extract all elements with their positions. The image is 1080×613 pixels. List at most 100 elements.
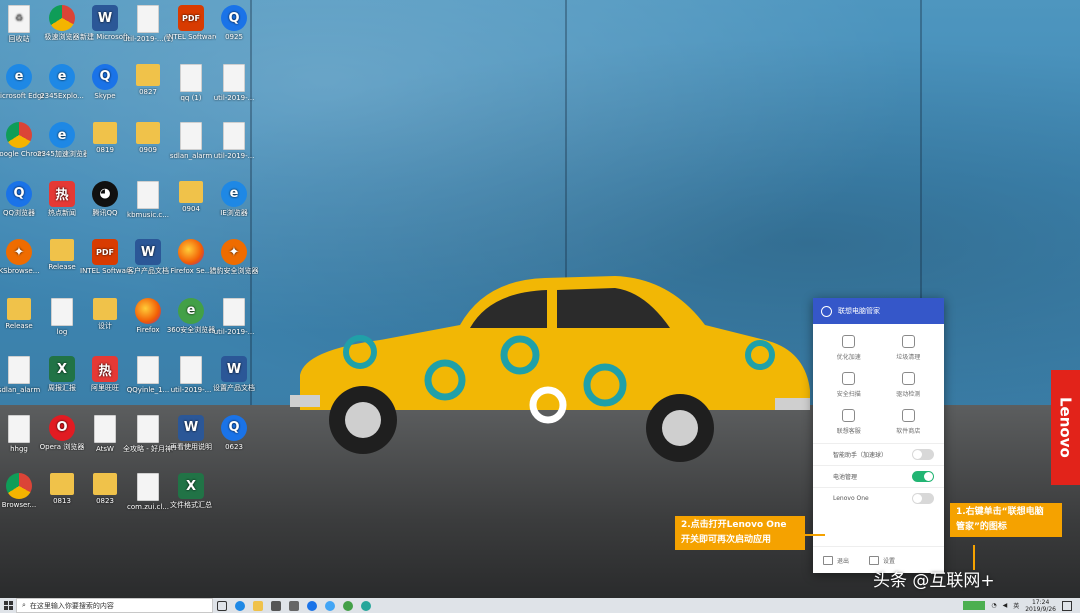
doc-icon xyxy=(180,356,202,384)
task-view-button[interactable] xyxy=(213,598,231,613)
word-icon: W xyxy=(135,239,161,265)
folder-icon xyxy=(7,297,31,320)
desktop-icon[interactable]: ✦ 猎豹安全浏览器 xyxy=(209,236,259,294)
settings-button[interactable]: 设置 xyxy=(869,555,895,565)
toggle-row-lenovo-one: Lenovo One xyxy=(813,487,944,509)
taskbar-app-qq[interactable] xyxy=(357,598,375,613)
watermark: 头条 @互联网+ xyxy=(873,571,995,591)
desktop-icon-label: 设置产品文档 xyxy=(213,384,255,392)
folder-icon xyxy=(179,180,203,203)
taskbar-app-ie[interactable] xyxy=(321,598,339,613)
doc-icon xyxy=(223,122,245,150)
search-icon: ⌕ xyxy=(22,601,26,609)
callout-step-2: 2.点击打开Lenovo One 开关即可再次启动应用 xyxy=(675,516,805,550)
lenovo-one-toggle[interactable] xyxy=(912,493,934,504)
desktop-icon-label: util-2019-... xyxy=(213,93,255,102)
gear-icon xyxy=(869,555,880,565)
doc-icon xyxy=(51,297,73,326)
network-icon[interactable]: ◔ xyxy=(991,602,996,609)
tray-app-icon[interactable] xyxy=(963,601,986,610)
tile-security-scan[interactable]: 安全扫描 xyxy=(819,369,879,398)
doc-icon xyxy=(137,414,159,443)
tile-customer-service[interactable]: 联想客服 xyxy=(819,406,879,435)
ime-indicator[interactable]: 英 xyxy=(1013,601,1019,610)
folder-icon xyxy=(50,239,74,261)
shield-icon xyxy=(842,372,856,385)
desktop-icon[interactable]: util-2019-... xyxy=(209,119,259,177)
doc-icon xyxy=(137,180,159,209)
orange-icon: ✦ xyxy=(221,239,247,265)
qq-icon: ◕ xyxy=(92,180,118,207)
orange-icon: ✦ xyxy=(6,239,32,265)
exit-button[interactable]: 退出 xyxy=(823,555,849,565)
desktop-icon[interactable]: util-2019-... xyxy=(209,61,259,119)
volume-icon[interactable]: ◀ xyxy=(1003,602,1008,609)
blue-icon: Q xyxy=(6,180,32,207)
tile-grid: 优化加速 垃圾清理 安全扫描 驱动检测 联想客服 软件商店 xyxy=(813,324,944,435)
taskbar-app-browser[interactable] xyxy=(303,598,321,613)
notification-icon[interactable] xyxy=(1062,600,1072,611)
start-button[interactable] xyxy=(0,598,16,613)
taskbar-app-store[interactable] xyxy=(267,598,285,613)
doc-icon xyxy=(137,473,159,501)
chrome-icon xyxy=(6,473,32,499)
doc-icon xyxy=(223,297,245,326)
ie-icon xyxy=(325,600,335,611)
chrome-icon xyxy=(49,5,75,31)
ie-icon: e xyxy=(49,122,75,148)
word-icon: W xyxy=(92,5,118,31)
assistant-toggle[interactable] xyxy=(912,449,934,460)
desktop-icon[interactable]: util-2019-... xyxy=(209,295,259,353)
doc-icon xyxy=(137,5,159,33)
pdf-icon: PDF xyxy=(178,5,204,31)
toggle-row-battery: 电池管理 xyxy=(813,465,944,487)
blue-icon: Q xyxy=(221,414,247,441)
desktop-icon[interactable]: W 设置产品文档 xyxy=(209,353,259,411)
tile-cleanup[interactable]: 垃圾清理 xyxy=(879,332,939,361)
excel-icon: X xyxy=(178,473,204,499)
panel-header: 联想电脑管家 xyxy=(813,298,944,324)
clock[interactable]: 17:24 2019/9/26 xyxy=(1025,599,1056,613)
desktop-icon-label: 0623 xyxy=(225,442,243,451)
trash-icon xyxy=(901,335,915,348)
desktop-icon[interactable]: X 文件格式汇总 xyxy=(166,470,216,528)
taskbar-app-explorer[interactable] xyxy=(249,598,267,613)
doc-icon xyxy=(94,414,116,443)
desktop-icon[interactable]: e IE浏览器 xyxy=(209,178,259,236)
doc-icon xyxy=(180,63,202,92)
tile-optimize[interactable]: 优化加速 xyxy=(819,332,879,361)
360-icon xyxy=(343,600,353,611)
folder-icon xyxy=(93,473,117,495)
store-icon xyxy=(901,409,915,422)
folder-icon xyxy=(136,63,160,86)
doc-icon xyxy=(8,356,30,384)
battery-toggle[interactable] xyxy=(912,471,934,482)
desktop-icon[interactable]: Q 0623 xyxy=(209,412,259,470)
taskbar-app-360[interactable] xyxy=(339,598,357,613)
system-tray: ◔ ◀ 英 17:24 2019/9/26 xyxy=(963,599,1080,613)
doc-icon xyxy=(223,63,245,92)
word-icon: W xyxy=(178,414,204,441)
pdf-icon: PDF xyxy=(92,239,118,265)
blue-icon: Q xyxy=(92,63,118,90)
ie-icon: e xyxy=(6,63,32,90)
mail-icon xyxy=(289,600,299,611)
toggle-row-assistant: 智能助手（加速球） xyxy=(813,443,944,465)
desktop-icon[interactable]: Q 0925 xyxy=(209,2,259,60)
tile-software-store[interactable]: 软件商店 xyxy=(879,406,939,435)
tile-driver-check[interactable]: 驱动检测 xyxy=(879,369,939,398)
yellow-car-illustration xyxy=(290,276,810,462)
taskbar-app-mail[interactable] xyxy=(285,598,303,613)
taskbar-search[interactable]: ⌕ 在这里输入你要搜索的内容 xyxy=(16,598,213,613)
blue-icon: Q xyxy=(221,5,247,31)
desktop-icon-label: 猎豹安全浏览器 xyxy=(209,267,259,275)
headset-icon xyxy=(842,409,856,422)
word-icon: W xyxy=(221,356,247,382)
folder-icon xyxy=(93,297,117,320)
edge-icon xyxy=(235,600,245,611)
speed-icon xyxy=(842,335,856,348)
qq-icon xyxy=(361,600,371,611)
exit-icon xyxy=(823,555,833,565)
lenovo-manager-logo-icon xyxy=(821,305,832,317)
taskbar-app-edge[interactable] xyxy=(231,598,249,613)
